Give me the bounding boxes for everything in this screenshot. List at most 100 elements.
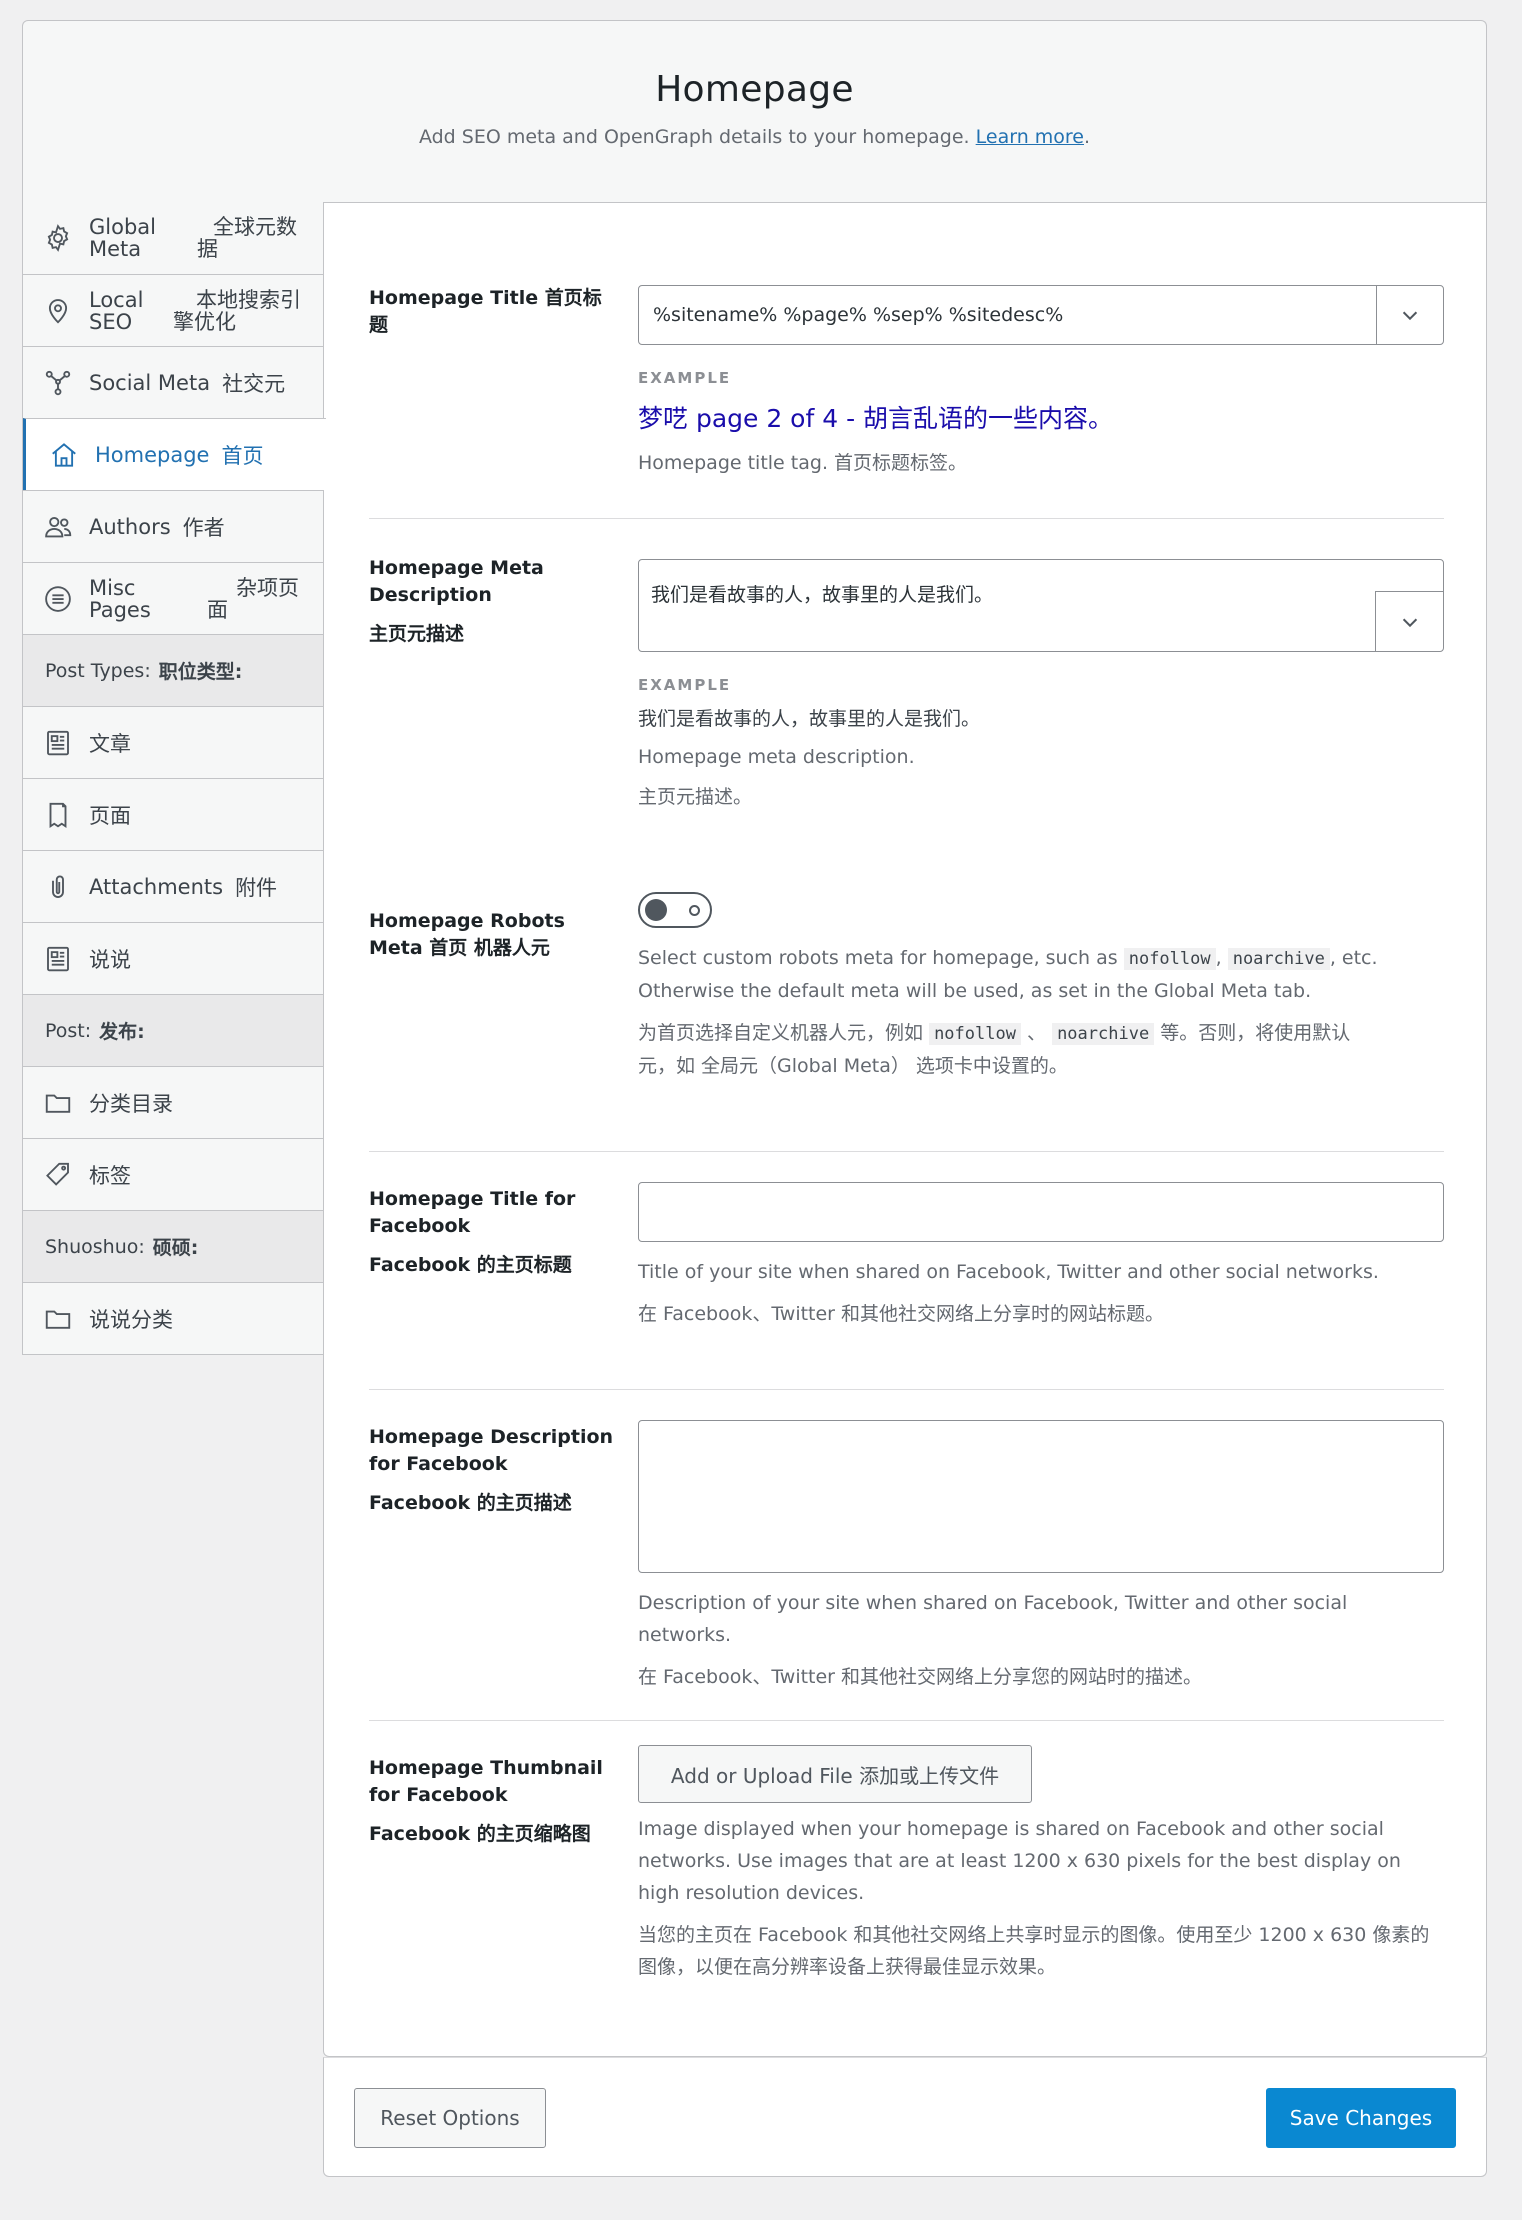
separator: 、 [1027,1022,1047,1044]
sidebar-item-tags[interactable]: 标签 [23,1138,323,1210]
sidebar-item-authors[interactable]: Authors 作者 [23,490,323,562]
settings-panel: Homepage Title 首页标题 %sitename% %page% %s… [323,202,1487,2057]
home-icon [49,440,79,470]
field-label-zh: Facebook 的主页缩略图 [369,1823,591,1845]
sidebar-item-shuoshuo[interactable]: 说说 [23,922,323,994]
sidebar-label-en: Homepage [95,442,210,467]
sidebar-item-global-meta[interactable]: Global Meta 全球元数据 [23,202,323,274]
sidebar-label-zh: 擎优化 [173,309,236,334]
sidebar-item-shuoshuo-categories[interactable]: 说说分类 [23,1282,323,1354]
code-noarchive: noarchive [1052,1023,1155,1045]
help-text: Otherwise the default meta will be used,… [638,980,1312,1002]
page-title: Homepage [655,69,854,110]
sidebar-label-zh: 面 [207,597,228,622]
help-text: Homepage meta description. [638,746,915,768]
field-control: Description of your site when shared on … [638,1420,1444,1693]
page-header: Homepage Add SEO meta and OpenGraph deta… [22,20,1487,202]
gear-icon [43,223,73,253]
sidebar-item-misc-pages[interactable]: Misc Pages 杂项页面 [23,562,323,634]
sidebar-label-en: SEO [89,309,133,334]
learn-more-link[interactable]: Learn more [976,126,1084,148]
variables-dropdown-button[interactable] [1376,286,1443,344]
sidebar-item-attachments[interactable]: Attachments 附件 [23,850,323,922]
sidebar-item-pages[interactable]: 页面 [23,778,323,850]
robots-help: Select custom robots meta for homepage, … [638,942,1444,1007]
code-nofollow: nofollow [1123,948,1216,970]
field-label: Homepage Title 首页标题 [369,287,602,336]
facebook-title-input[interactable] [638,1182,1444,1242]
page-icon [43,800,73,830]
upload-file-button[interactable]: Add or Upload File 添加或上传文件 [638,1745,1032,1803]
sidebar-label-zh: 杂项页 [236,575,299,600]
sidebar-item-posts[interactable]: 文章 [23,706,323,778]
divider [369,518,1444,519]
field-label-group: Homepage Title for Facebook Facebook 的主页… [369,1186,619,1279]
sidebar-item-local-seo[interactable]: Local SEO 本地搜索引 擎优化 [23,274,323,346]
subtitle-text: Add SEO meta and OpenGraph details to yo… [418,126,970,148]
sidebar-label-zh: 据 [197,237,218,261]
sidebar-nav: Global Meta 全球元数据 Local SEO 本地搜索引 擎优化 Socia… [22,202,326,1355]
field-label-group: Homepage Description for Facebook Facebo… [369,1424,619,1517]
paperclip-icon [43,872,73,902]
separator: , [1215,947,1222,969]
sidebar-label-en: Global [89,215,156,239]
sidebar-item-social-meta[interactable]: Social Meta 社交元 [23,346,323,418]
sidebar-section-post-types: Post Types: 职位类型: [23,634,323,706]
input-value: %sitename% %page% %sep% %sitedesc% [653,304,1064,326]
example-title: 梦呓 page 2 of 4 - 胡言乱语的一些内容。 [638,404,1114,433]
sidebar-label-en: Meta [89,237,142,261]
sidebar-label: 页面 [89,803,131,828]
sidebar-label-en: Social Meta [89,370,211,395]
save-changes-button[interactable]: Save Changes [1266,2088,1456,2148]
sidebar-label: 分类目录 [89,1091,173,1116]
toggle-off-indicator [689,905,700,916]
section-label-zh: 硕硕: [152,1237,199,1259]
document-icon [43,728,73,758]
facebook-description-input[interactable] [638,1420,1444,1573]
sidebar-label-zh: 全球元数 [213,215,297,239]
section-label-en: Post: [45,1019,92,1042]
help-text-zh: 在 Facebook、Twitter 和其他社交网络上分享您的网站时的描述。 [638,1666,1203,1688]
example-tag: EXAMPLE [638,369,732,387]
meta-description-input[interactable]: 我们是看故事的人，故事里的人是我们。 [638,559,1444,652]
help-text: Image displayed when your homepage is sh… [638,1818,1401,1904]
sidebar-label: 标签 [89,1163,131,1188]
sidebar-label-en: Authors [89,514,171,539]
share-network-icon [43,368,73,398]
field-label: Homepage Description for Facebook [369,1426,614,1475]
sidebar-label-zh: 社交元 [222,371,286,396]
field-label-zh: 主页元描述 [369,623,465,645]
code-noarchive: noarchive [1227,948,1330,970]
page-subtitle: Add SEO meta and OpenGraph details to yo… [23,126,1486,148]
sidebar-item-homepage[interactable]: Homepage 首页 [23,418,326,490]
homepage-title-input[interactable]: %sitename% %page% %sep% %sitedesc% [638,285,1444,345]
sidebar-label-zh: 本地搜索引 [196,287,301,312]
sidebar-label: 说说分类 [89,1307,173,1332]
field-control: %sitename% %page% %sep% %sitedesc% EXAMP… [638,285,1444,479]
field-control: Title of your site when shared on Facebo… [638,1182,1444,1330]
sidebar-label: 说说 [89,947,131,972]
help-text: Select custom robots meta for homepage, … [638,947,1118,969]
field-control: Select custom robots meta for homepage, … [638,892,1444,1082]
map-pin-icon [43,296,73,326]
sidebar-label-en: Local [89,287,144,312]
field-control: Add or Upload File 添加或上传文件 Image display… [638,1745,1444,1983]
robots-meta-toggle[interactable] [638,892,712,928]
help-text-zh: 为首页选择自定义机器人元，例如 [638,1022,924,1044]
reset-options-button[interactable]: Reset Options [354,2088,546,2148]
variables-dropdown-button[interactable] [1375,591,1443,651]
circle-lines-icon [43,584,73,614]
section-label-zh: 职位类型: [158,661,243,683]
sidebar-label-zh: 首页 [221,443,264,468]
input-value: 我们是看故事的人，故事里的人是我们。 [651,584,994,606]
divider [369,1720,1444,1721]
chevron-down-icon [1402,311,1418,321]
code-nofollow: nofollow [929,1023,1021,1045]
document-icon [43,944,73,974]
sidebar-item-categories[interactable]: 分类目录 [23,1066,323,1138]
help-text-zh: 元，如 全局元（Global Meta） 选项卡中设置的。 [638,1055,1068,1077]
section-label-en: Post Types: [45,659,151,682]
help-text: , etc. [1329,947,1378,969]
example-tag: EXAMPLE [638,676,732,694]
help-text: Title of your site when shared on Facebo… [638,1261,1379,1283]
